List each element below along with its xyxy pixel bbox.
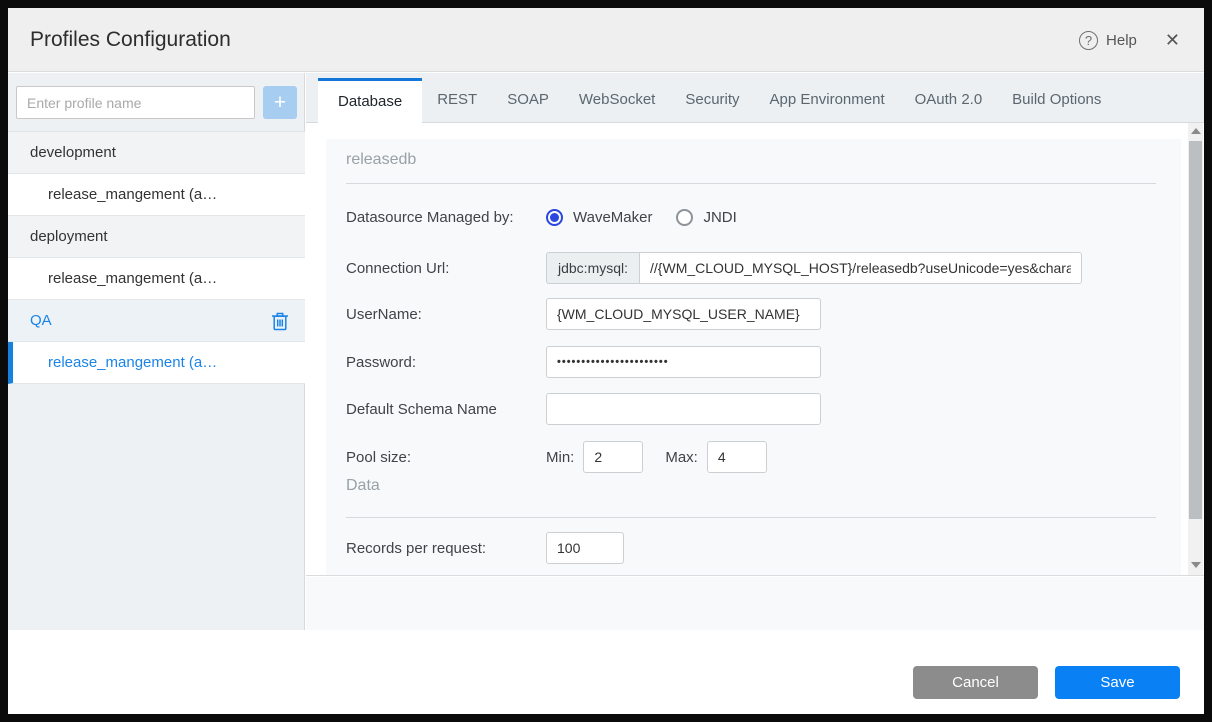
close-icon[interactable]: ✕ — [1165, 30, 1180, 51]
pool-size-row: Pool size: Min: Max: — [346, 441, 1156, 473]
tab-oauth[interactable]: OAuth 2.0 — [900, 78, 998, 122]
sidebar-item-deployment[interactable]: deployment — [8, 216, 305, 258]
database-tab-viewport: releasedb Datasource Managed by: WaveMak… — [306, 123, 1204, 576]
scroll-down-icon[interactable] — [1191, 562, 1201, 568]
password-row: Password: — [346, 346, 1156, 378]
sidebar-item-release-mangement-dev[interactable]: release_mangement (a… — [8, 174, 305, 216]
profiles-sidebar: + development release_mangement (a… depl… — [8, 73, 305, 630]
dialog-footer: Cancel Save — [8, 630, 1204, 714]
password-label: Password: — [346, 353, 417, 371]
help-button[interactable]: ? Help — [1079, 30, 1137, 50]
tab-soap[interactable]: SOAP — [492, 78, 564, 122]
schema-input[interactable] — [546, 393, 821, 425]
wavemaker-radio-label[interactable]: WaveMaker — [573, 209, 652, 226]
jndi-radio[interactable] — [676, 208, 694, 226]
section-divider — [346, 183, 1156, 184]
jndi-radio-label[interactable]: JNDI — [703, 209, 736, 226]
db-section-title: releasedb — [346, 151, 417, 168]
sidebar-item-development[interactable]: development — [8, 132, 305, 174]
profile-content-panel: Database REST SOAP WebSocket Security Ap… — [306, 73, 1204, 630]
connection-url-row: Connection Url: jdbc:mysql: — [346, 252, 1156, 284]
password-input[interactable] — [546, 346, 821, 378]
records-label: Records per request: — [346, 539, 487, 557]
tab-app-environment[interactable]: App Environment — [755, 78, 900, 122]
help-label: Help — [1106, 31, 1137, 49]
records-input[interactable] — [546, 532, 624, 564]
profile-label: development — [30, 144, 116, 161]
database-config-card: releasedb Datasource Managed by: WaveMak… — [326, 139, 1181, 575]
section-divider — [346, 517, 1156, 518]
dialog-title: Profiles Configuration — [30, 28, 231, 51]
pool-min-input[interactable] — [583, 441, 644, 473]
schema-row: Default Schema Name — [346, 393, 1156, 425]
dialog-header: Profiles Configuration ? Help ✕ — [8, 8, 1204, 72]
username-label: UserName: — [346, 305, 422, 323]
jdbc-prefix-addon: jdbc:mysql: — [546, 252, 640, 284]
tab-build-options[interactable]: Build Options — [997, 78, 1116, 122]
profile-create-row: + — [16, 86, 297, 119]
profile-name-input[interactable] — [16, 86, 255, 119]
connection-url-input[interactable] — [639, 252, 1083, 284]
sidebar-item-release-mangement-qa[interactable]: release_mangement (a… — [8, 342, 305, 384]
schema-label: Default Schema Name — [346, 400, 497, 418]
content-bottom-strip — [306, 577, 1204, 630]
service-label: release_mangement (a… — [48, 186, 218, 203]
pool-max-input[interactable] — [706, 441, 767, 473]
datasource-row: Datasource Managed by: WaveMaker JNDI — [346, 201, 1156, 233]
profile-label: deployment — [30, 228, 108, 245]
pool-size-label: Pool size: — [346, 448, 412, 466]
sidebar-item-qa[interactable]: QA — [8, 300, 305, 342]
profile-label: QA — [30, 312, 52, 329]
vertical-scrollbar[interactable] — [1188, 123, 1203, 575]
pool-max-label: Max: — [665, 448, 698, 466]
config-tabbar: Database REST SOAP WebSocket Security Ap… — [306, 73, 1204, 123]
sidebar-item-release-mangement-deploy[interactable]: release_mangement (a… — [8, 258, 305, 300]
wavemaker-radio[interactable] — [546, 208, 563, 226]
service-label: release_mangement (a… — [48, 270, 218, 287]
service-label: release_mangement (a… — [48, 354, 218, 371]
profiles-configuration-dialog: Profiles Configuration ? Help ✕ + develo… — [8, 8, 1204, 714]
datasource-label: Datasource Managed by: — [346, 208, 514, 226]
scroll-up-icon[interactable] — [1191, 128, 1201, 134]
username-row: UserName: — [346, 298, 1156, 330]
save-button[interactable]: Save — [1055, 666, 1180, 699]
profile-list: development release_mangement (a… deploy… — [8, 131, 305, 384]
username-input[interactable] — [546, 298, 821, 330]
data-section-title: Data — [346, 477, 380, 494]
datasource-radio-group: WaveMaker JNDI — [546, 208, 751, 226]
connection-url-label: Connection Url: — [346, 259, 450, 277]
help-icon: ? — [1079, 30, 1099, 50]
records-row: Records per request: — [346, 532, 1156, 564]
tab-database[interactable]: Database — [318, 78, 423, 123]
tab-security[interactable]: Security — [670, 78, 754, 122]
header-actions: ? Help ✕ — [1079, 8, 1180, 72]
cancel-button[interactable]: Cancel — [913, 666, 1038, 699]
tab-rest[interactable]: REST — [422, 78, 492, 122]
add-profile-button[interactable]: + — [263, 86, 297, 119]
pool-min-label: Min: — [546, 448, 575, 466]
delete-profile-icon[interactable] — [271, 311, 289, 331]
tab-websocket[interactable]: WebSocket — [564, 78, 670, 122]
scrollbar-thumb[interactable] — [1189, 141, 1202, 519]
